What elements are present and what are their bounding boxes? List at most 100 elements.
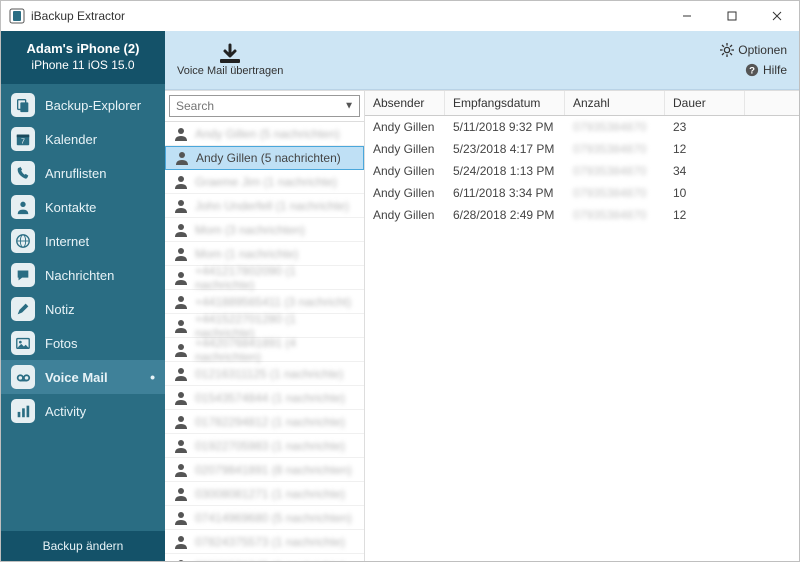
options-label: Optionen	[738, 43, 787, 57]
sidebar-item-voicemail[interactable]: Voice Mail•	[1, 360, 165, 394]
contact-label: +441889565411 (3 nachricht)	[195, 295, 351, 309]
person-icon	[173, 126, 189, 142]
person-icon	[173, 294, 189, 310]
contact-list-item[interactable]: 01782294812 (1 nachrichte)	[165, 410, 364, 434]
help-icon: ?	[745, 63, 759, 77]
sidebar-item-chat[interactable]: Nachrichten	[1, 258, 165, 292]
window-title: iBackup Extractor	[31, 9, 664, 23]
contact-list-item[interactable]: +441217802090 (1 nachrichte)	[165, 266, 364, 290]
person-icon	[11, 195, 35, 219]
contact-label: Graeme Jim (1 nachrichte)	[195, 175, 337, 189]
contact-list-item[interactable]: 03008081271 (1 nachrichte)	[165, 482, 364, 506]
contact-list-item[interactable]: +441522701280 (1 nachrichte)	[165, 314, 364, 338]
search-box: ▼	[165, 91, 364, 122]
col-sender[interactable]: Absender	[365, 91, 445, 115]
person-icon	[173, 390, 189, 406]
contact-label: John Underfell (1 nachrichte)	[195, 199, 349, 213]
help-label: Hilfe	[763, 63, 787, 77]
person-icon	[173, 414, 189, 430]
col-date[interactable]: Empfangsdatum	[445, 91, 565, 115]
person-icon	[173, 462, 189, 478]
col-duration[interactable]: Dauer	[665, 91, 745, 115]
contact-list-item[interactable]: Mom (1 nachrichte)	[165, 242, 364, 266]
contacts-panel: ▼ Andy Gillen (5 nachrichten)Andy Gillen…	[165, 91, 365, 561]
svg-text:?: ?	[749, 66, 755, 77]
contact-label: 07414969680 (5 nachrichten)	[195, 511, 352, 525]
cell-number: 07935384870	[565, 118, 665, 136]
cell-duration: 23	[665, 118, 745, 136]
contacts-list[interactable]: Andy Gillen (5 nachrichten) Andy Gillen (…	[165, 122, 364, 561]
contact-label: +441217802090 (1 nachrichte)	[195, 264, 356, 292]
table-row[interactable]: Andy Gillen6/28/2018 2:49 PM079353848701…	[365, 204, 799, 226]
help-button[interactable]: ? Hilfe	[720, 63, 787, 77]
contact-label: +442076841891 (4 nachrichten)	[195, 336, 356, 364]
contact-list-item[interactable]: Mom (3 nachrichten)	[165, 218, 364, 242]
cell-date: 5/24/2018 1:13 PM	[445, 162, 565, 180]
cell-duration: 10	[665, 184, 745, 202]
contact-list-item[interactable]: +442076841891 (4 nachrichten)	[165, 338, 364, 362]
options-button[interactable]: Optionen	[720, 43, 787, 57]
contact-list-item[interactable]: Graeme Jim (1 nachrichte)	[165, 170, 364, 194]
maximize-button[interactable]	[709, 1, 754, 31]
voicemail-table: Absender Empfangsdatum Anzahl Dauer Andy…	[365, 91, 799, 561]
sidebar-item-label: Notiz	[45, 302, 75, 317]
contact-list-item[interactable]: 07824375573 (1 nachrichte)	[165, 530, 364, 554]
contact-list-item[interactable]: 01543574844 (1 nachrichte)	[165, 386, 364, 410]
contact-list-item[interactable]: 01216311125 (1 nachrichte)	[165, 362, 364, 386]
contact-label: Andy Gillen (5 nachrichten)	[195, 127, 340, 141]
change-backup-button[interactable]: Backup ändern	[1, 531, 165, 561]
sidebar-item-person[interactable]: Kontakte	[1, 190, 165, 224]
close-button[interactable]	[754, 1, 799, 31]
topbar: Voice Mail übertragen Optionen ? Hilfe	[165, 31, 799, 90]
contact-label: Andy Gillen (5 nachrichten)	[196, 151, 341, 165]
table-row[interactable]: Andy Gillen5/24/2018 1:13 PM079353848703…	[365, 160, 799, 182]
table-row[interactable]: Andy Gillen6/11/2018 3:34 PM079353848701…	[365, 182, 799, 204]
minimize-button[interactable]	[664, 1, 709, 31]
copy-icon	[11, 93, 35, 117]
sidebar-item-phone[interactable]: Anruflisten	[1, 156, 165, 190]
contact-list-item[interactable]: Andy Gillen (5 nachrichten)	[165, 122, 364, 146]
contact-list-item[interactable]: 08008621345 (1 nachrichte)	[165, 554, 364, 561]
download-icon	[217, 43, 243, 65]
sidebar-item-copy[interactable]: Backup-Explorer	[1, 88, 165, 122]
contact-list-item[interactable]: John Underfell (1 nachrichte)	[165, 194, 364, 218]
person-icon	[173, 366, 189, 382]
calendar-icon: 7	[11, 127, 35, 151]
chat-icon	[11, 263, 35, 287]
contact-list-item[interactable]: 02079841891 (8 nachrichten)	[165, 458, 364, 482]
person-icon	[173, 486, 189, 502]
sidebar-item-label: Backup-Explorer	[45, 98, 141, 113]
cell-sender: Andy Gillen	[365, 140, 445, 158]
gear-icon	[720, 43, 734, 57]
sidebar-item-pencil[interactable]: Notiz	[1, 292, 165, 326]
sidebar-item-calendar[interactable]: 7Kalender	[1, 122, 165, 156]
contact-label: 08008621345 (1 nachrichte)	[195, 559, 345, 562]
table-row[interactable]: Andy Gillen5/11/2018 9:32 PM079353848702…	[365, 116, 799, 138]
contact-list-item[interactable]: +441889565411 (3 nachricht)	[165, 290, 364, 314]
sidebar-item-label: Activity	[45, 404, 86, 419]
search-input[interactable]	[169, 95, 360, 117]
sidebar-nav: Backup-Explorer 7KalenderAnruflistenKonta…	[1, 84, 165, 531]
contact-list-item[interactable]: 07414969680 (5 nachrichten)	[165, 506, 364, 530]
cell-sender: Andy Gillen	[365, 118, 445, 136]
sidebar-item-photos[interactable]: Fotos	[1, 326, 165, 360]
phone-icon	[11, 161, 35, 185]
contact-list-item[interactable]: 01922705983 (1 nachrichte)	[165, 434, 364, 458]
contact-label: 03008081271 (1 nachrichte)	[195, 487, 345, 501]
sidebar-item-globe[interactable]: Internet	[1, 224, 165, 258]
device-meta: iPhone 11 iOS 15.0	[7, 58, 159, 72]
transfer-voicemail-button[interactable]: Voice Mail übertragen	[177, 43, 283, 77]
cell-number: 07935384870	[565, 206, 665, 224]
person-icon	[173, 558, 189, 562]
sidebar-item-activity[interactable]: Activity	[1, 394, 165, 428]
col-number[interactable]: Anzahl	[565, 91, 665, 115]
contact-list-item[interactable]: Andy Gillen (5 nachrichten)	[165, 146, 364, 170]
sidebar-item-label: Fotos	[45, 336, 78, 351]
globe-icon	[11, 229, 35, 253]
table-row[interactable]: Andy Gillen5/23/2018 4:17 PM079353848701…	[365, 138, 799, 160]
table-header: Absender Empfangsdatum Anzahl Dauer	[365, 91, 799, 116]
window-controls	[664, 1, 799, 31]
contact-label: 07824375573 (1 nachrichte)	[195, 535, 345, 549]
transfer-label: Voice Mail übertragen	[177, 65, 283, 77]
cell-number: 07935384870	[565, 140, 665, 158]
